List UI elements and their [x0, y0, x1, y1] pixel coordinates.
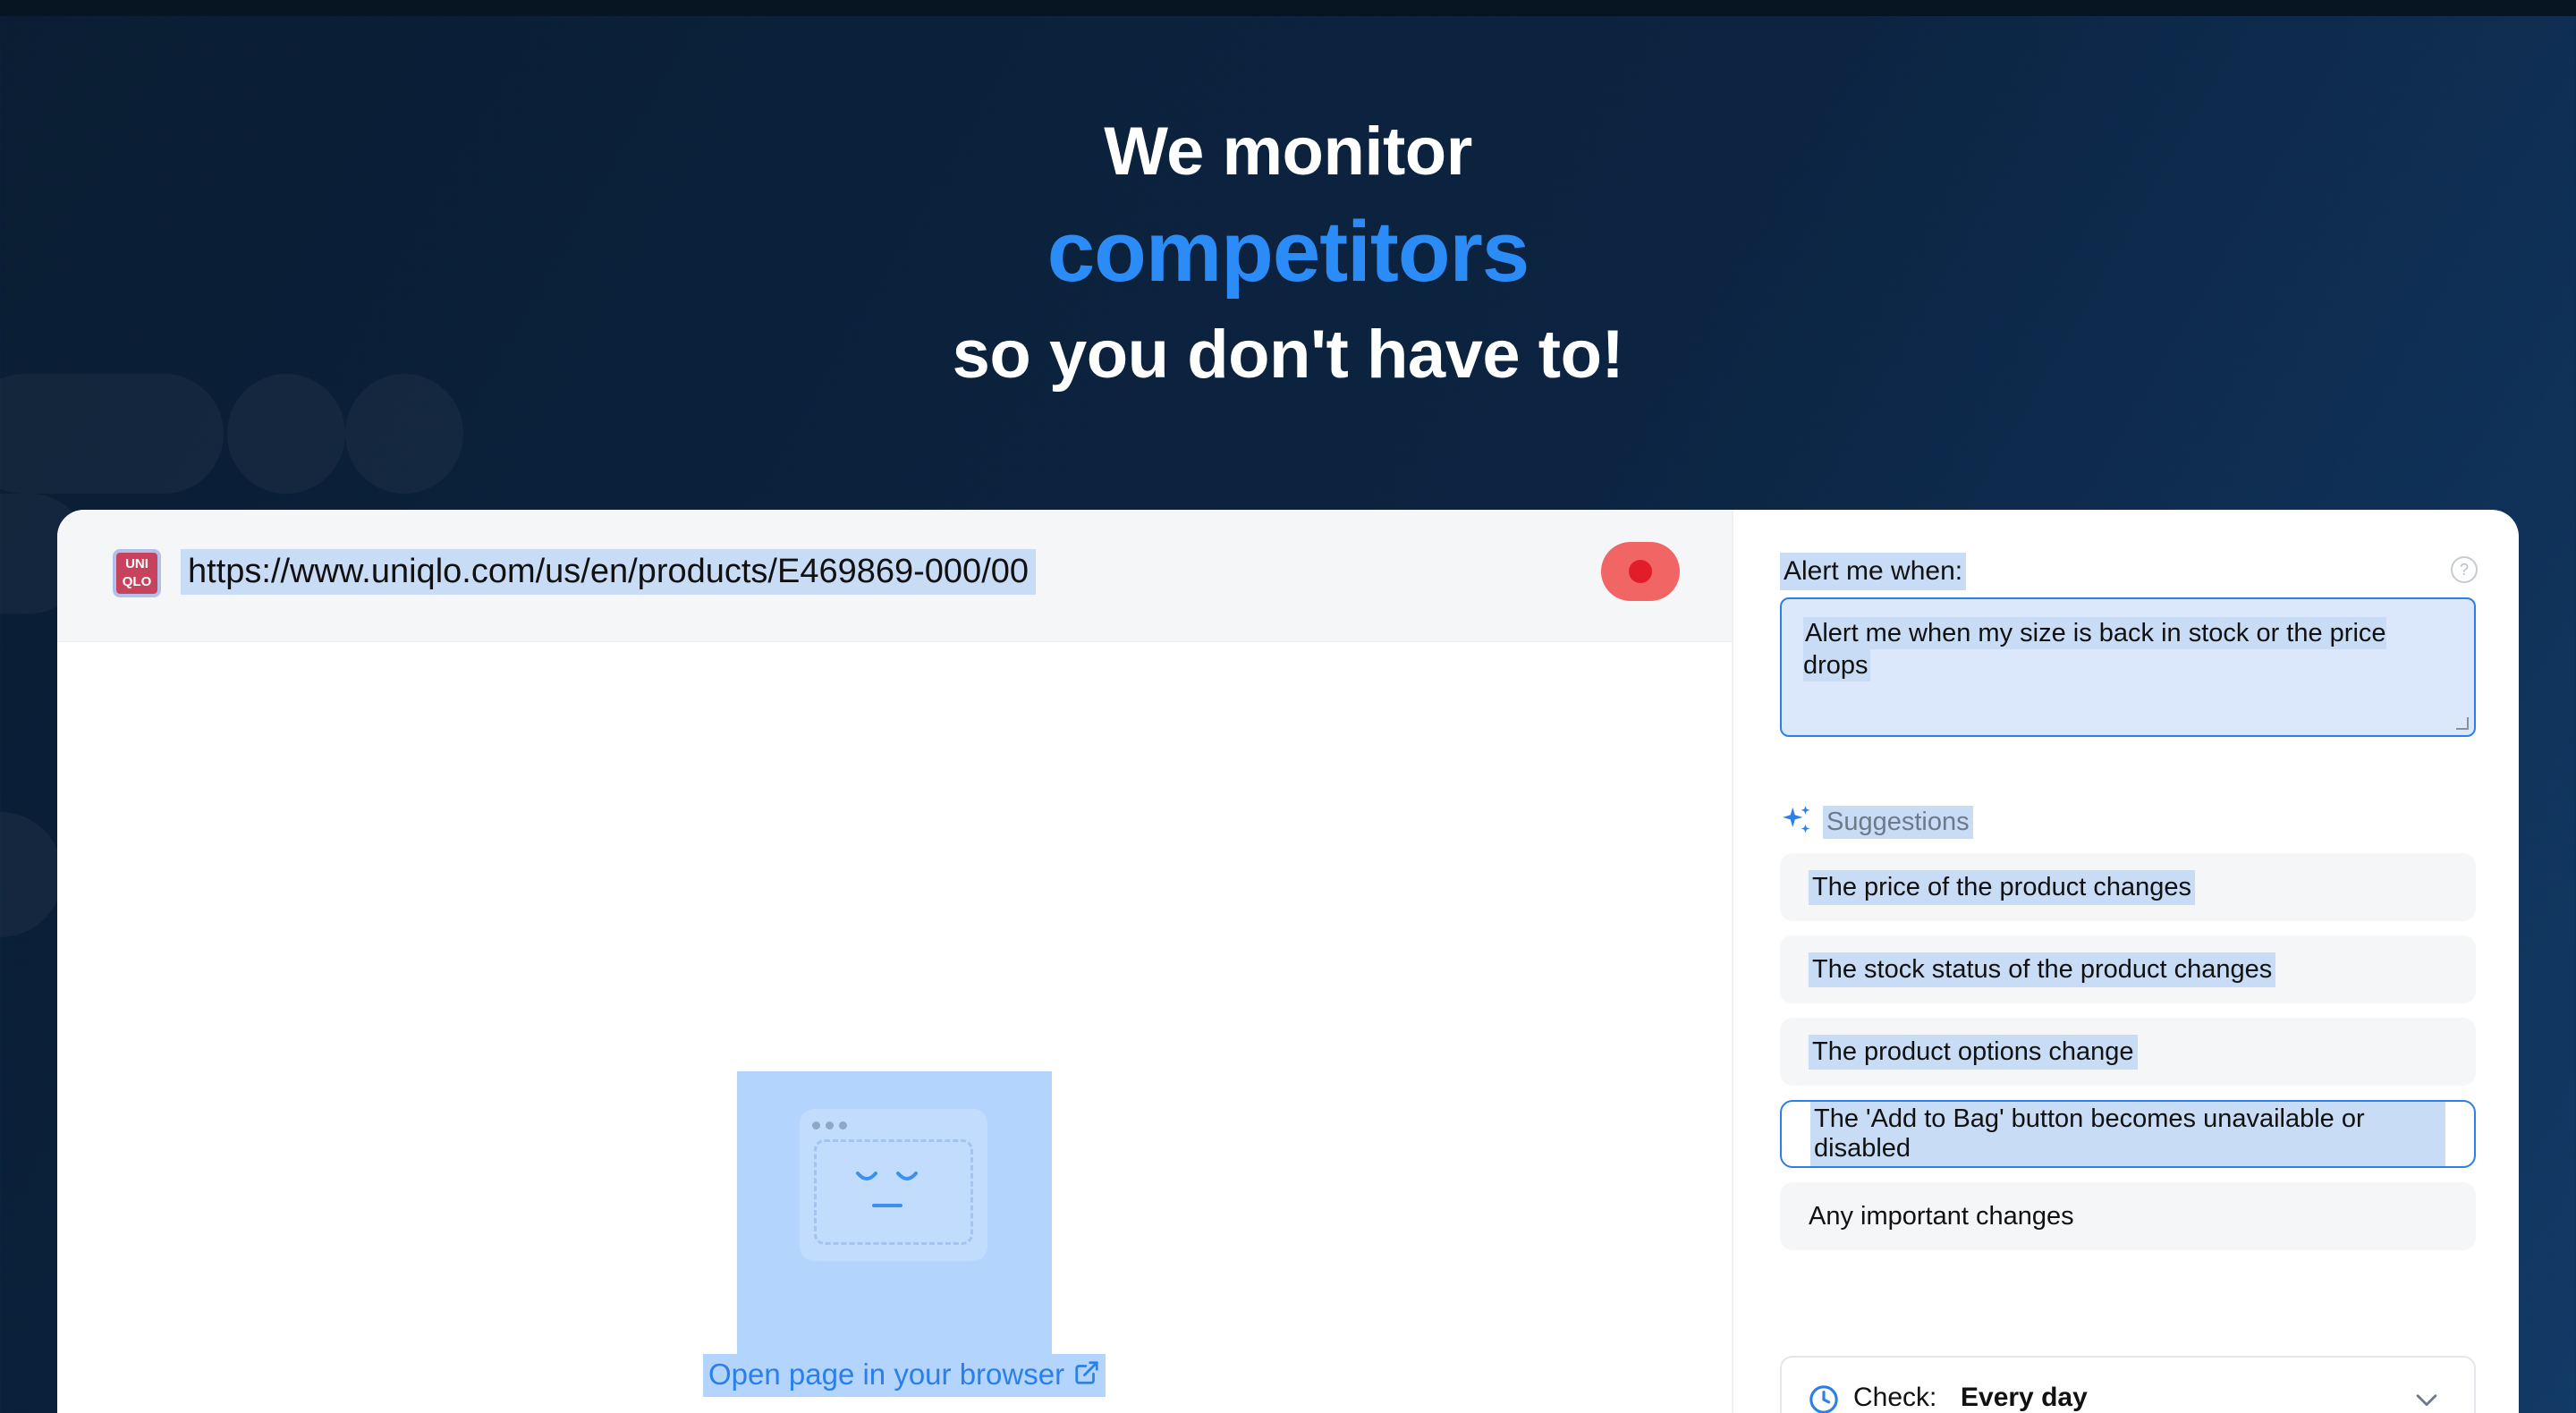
- monitor-card: UNI QLO https://www.uniqlo.com/us/en/pro…: [57, 510, 2519, 1413]
- chevron-down-icon: [2411, 1384, 2442, 1413]
- suggestion-item[interactable]: Any important changes: [1780, 1182, 2476, 1250]
- sparkle-icon: [1780, 803, 1814, 842]
- check-value: Every day: [1961, 1383, 2088, 1412]
- suggestion-label: Any important changes: [1809, 1201, 2074, 1231]
- suggestion-label: The 'Add to Bag' button becomes unavaila…: [1810, 1102, 2445, 1166]
- resize-handle[interactable]: [2456, 717, 2469, 730]
- external-link-icon: [1073, 1359, 1100, 1393]
- suggestion-label: The stock status of the product changes: [1809, 952, 2276, 987]
- alert-text: Alert me when my size is back in stock o…: [1803, 617, 2386, 681]
- record-button[interactable]: [1601, 542, 1680, 601]
- page-preview: UNI QLO https://www.uniqlo.com/us/en/pro…: [57, 510, 1732, 1413]
- open-page-link-label: Open page in your browser: [708, 1358, 1065, 1391]
- suggestions-label: Suggestions: [1823, 806, 1973, 839]
- site-logo: UNI QLO: [113, 549, 161, 597]
- alert-textarea[interactable]: Alert me when my size is back in stock o…: [1780, 597, 2476, 737]
- hero-heading: We monitor competitors so you don't have…: [0, 107, 2576, 402]
- suggestion-item[interactable]: The stock status of the product changes: [1780, 935, 2476, 1003]
- url-text[interactable]: https://www.uniqlo.com/us/en/products/E4…: [181, 549, 1037, 595]
- suggestion-label: The price of the product changes: [1809, 869, 2195, 905]
- hero-line-3: so you don't have to!: [952, 317, 1624, 393]
- clock-icon: [1809, 1384, 1839, 1413]
- suggestion-item-selected[interactable]: The 'Add to Bag' button becomes unavaila…: [1780, 1100, 2476, 1168]
- alert-panel: Alert me when: ? Alert me when my size i…: [1733, 510, 2519, 1413]
- suggestion-item[interactable]: The product options change: [1780, 1018, 2476, 1086]
- suggestions-header: Suggestions: [1780, 803, 1973, 842]
- check-label: Check:: [1853, 1383, 1937, 1412]
- hero-line-1: We monitor: [1104, 114, 1472, 190]
- url-bar: UNI QLO https://www.uniqlo.com/us/en/pro…: [57, 510, 1732, 642]
- browser-window-icon: [800, 1109, 987, 1261]
- background-decoration: [0, 812, 63, 937]
- record-icon: [1629, 560, 1652, 583]
- empty-preview-illustration: [737, 1071, 1052, 1366]
- top-edge: [0, 0, 2576, 16]
- suggestion-label: The product options change: [1809, 1034, 2138, 1070]
- help-icon[interactable]: ?: [2451, 556, 2478, 583]
- hero-line-2: competitors: [1046, 204, 1530, 300]
- alert-label: Alert me when:: [1780, 553, 1967, 590]
- check-frequency-select[interactable]: Check: Every day: [1780, 1356, 2476, 1413]
- open-page-link[interactable]: Open page in your browser: [703, 1354, 1106, 1398]
- suggestion-item[interactable]: The price of the product changes: [1780, 853, 2476, 921]
